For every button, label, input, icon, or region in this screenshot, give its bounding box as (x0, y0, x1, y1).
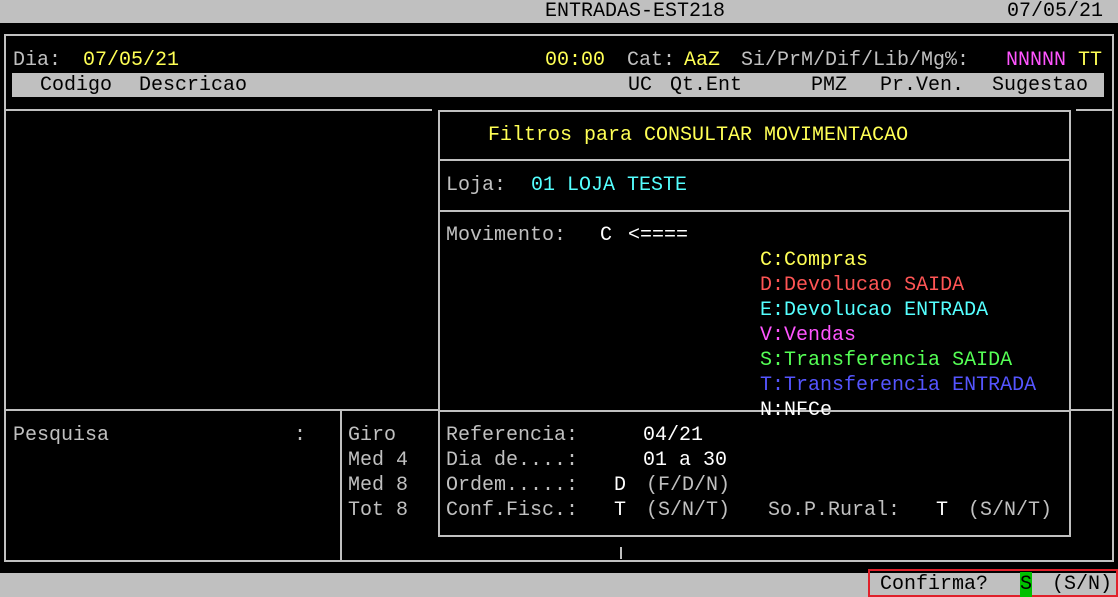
dia-de-value[interactable]: 01 a 30 (643, 448, 727, 473)
separator-top (4, 109, 432, 111)
window-title: ENTRADAS-EST218 (545, 0, 726, 23)
ordem-hint: (F/D/N) (646, 474, 731, 497)
movimento-value[interactable]: C (600, 223, 612, 248)
conf-fisc-label: Conf.Fisc.: (446, 499, 579, 522)
stat-med8: Med 8 (348, 474, 409, 497)
col-codigo: Codigo (40, 74, 113, 97)
bottom-tick (620, 547, 622, 559)
flags-value-2: TT (1078, 49, 1103, 72)
conf-fisc-hint: (S/N/T) (646, 499, 731, 522)
title-bar: ENTRADAS-EST218 07/05/21 (0, 0, 1118, 23)
movimento-label: Movimento: (446, 224, 567, 247)
confirm-value[interactable]: S (1020, 572, 1033, 597)
col-qt-ent: Qt.Ent (670, 74, 743, 97)
loja-label: Loja: (446, 174, 507, 197)
dia-label: Dia: (13, 49, 62, 72)
option-extra: ENTRADA (952, 374, 1037, 397)
separator-top-right (1076, 109, 1114, 111)
column-header-bar: Codigo Descricao UC Qt.Ent PMZ Pr.Ven. S… (12, 73, 1104, 97)
title-date: 07/05/21 (1007, 0, 1104, 23)
loja-value[interactable]: 01 LOJA TESTE (531, 173, 687, 198)
so-p-rural-label: So.P.Rural: (768, 499, 901, 522)
stat-tot8: Tot 8 (348, 499, 409, 522)
option-code: N: (760, 399, 785, 422)
col-pmz: PMZ (811, 74, 848, 97)
so-p-rural-hint: (S/N/T) (968, 499, 1053, 522)
confirm-hint: (S/N) (1052, 573, 1113, 596)
flags-value-1: NNNNN (1006, 49, 1067, 72)
so-p-rural-value[interactable]: T (936, 498, 948, 523)
dia-de-label: Dia de....: (446, 449, 579, 472)
col-pr-ven: Pr.Ven. (880, 74, 965, 97)
col-descricao: Descricao (139, 74, 248, 97)
confirm-label: Confirma? (880, 573, 989, 596)
cat-value: AaZ (684, 49, 721, 72)
stat-giro: Giro (348, 424, 397, 447)
option-nfce[interactable]: N:NFCe (712, 373, 832, 448)
movimento-arrow: <==== (628, 224, 689, 247)
pesquisa-label: Pesquisa (13, 424, 110, 447)
option-extra: ENTRADA (904, 299, 989, 322)
referencia-value[interactable]: 04/21 (643, 423, 703, 448)
dialog-sep-1 (440, 159, 1069, 161)
ordem-value[interactable]: D (614, 473, 626, 498)
divider-stats (340, 409, 342, 562)
stat-med4: Med 4 (348, 449, 409, 472)
pesquisa-colon: : (294, 424, 307, 447)
col-uc: UC (628, 74, 653, 97)
dia-value: 07/05/21 (83, 49, 180, 72)
option-text: NFCe (784, 399, 833, 422)
dialog-title: Filtros para CONSULTAR MOVIMENTACAO (488, 124, 909, 147)
ordem-label: Ordem.....: (446, 474, 579, 497)
conf-fisc-value[interactable]: T (614, 498, 626, 523)
referencia-label: Referencia: (446, 424, 579, 447)
time-value: 00:00 (545, 49, 606, 72)
flags-label: Si/PrM/Dif/Lib/Mg%: (741, 49, 970, 72)
cat-label: Cat: (627, 49, 676, 72)
dialog-sep-2 (440, 210, 1069, 212)
col-sugestao: Sugestao (992, 74, 1089, 97)
